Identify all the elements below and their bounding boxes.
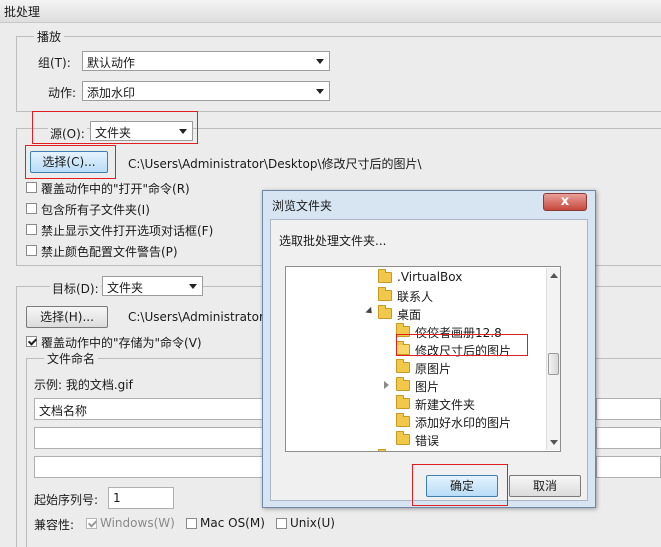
folder-icon [378, 287, 392, 301]
tree-item[interactable]: 图片 [286, 376, 544, 394]
browse-folder-dialog: 浏览文件夹 x 选取批处理文件夹... 我的文档 错误 添加好水印的图片新建文件夹 图… [262, 190, 596, 508]
source-option-0-label: 覆盖动作中的"打开"命令(R) [41, 182, 190, 196]
destination-value: 文件夹 [107, 281, 144, 295]
set-value: 默认动作 [87, 56, 136, 70]
compat-label: 兼容性: [34, 518, 75, 532]
choose-highlight [25, 145, 116, 179]
start-serial-value: 1 [113, 491, 121, 505]
naming-field-2-right[interactable] [596, 398, 661, 420]
folder-icon [378, 305, 392, 319]
naming-field-1[interactable]: 文档名称 [34, 398, 284, 420]
start-serial-label: 起始序列号: [34, 493, 99, 507]
tree-scrollbar[interactable] [546, 268, 560, 450]
source-option-1-checkbox[interactable] [26, 203, 37, 214]
naming-example: 示例: 我的文档.gif [34, 378, 133, 392]
compat-mac-label: Mac OS(M) [200, 516, 265, 530]
tree-item-label: .VirtualBox [397, 270, 463, 284]
action-value: 添加水印 [87, 86, 136, 100]
folder-icon [378, 269, 392, 283]
chevron-down-icon [316, 89, 324, 94]
tree-item-label: 图片 [415, 380, 440, 394]
folder-icon [396, 431, 410, 445]
close-icon: x [560, 194, 570, 209]
dialog-instruction: 选取批处理文件夹... [279, 234, 387, 248]
naming-field-3[interactable] [34, 456, 284, 478]
tree-item-label: 我的文档 [397, 450, 445, 451]
tree-item-label: 添加好水印的图片 [415, 416, 512, 430]
chevron-down-icon [189, 284, 197, 289]
tree-item[interactable]: 添加好水印的图片 [286, 412, 544, 430]
tree-item-label: 原图片 [415, 362, 452, 376]
tree-item-label: 错误 [415, 434, 440, 448]
source-option-2-checkbox[interactable] [26, 224, 37, 235]
naming-field-4-right[interactable] [596, 456, 661, 478]
destination-label: 目标(D): [50, 280, 101, 297]
scroll-down-icon[interactable] [550, 440, 558, 445]
source-option-3-label: 禁止颜色配置文件警告(P) [41, 245, 178, 259]
action-label: 动作: [48, 86, 77, 100]
chevron-down-icon [316, 59, 324, 64]
scroll-thumb[interactable] [548, 353, 559, 375]
set-dropdown[interactable]: 默认动作 [82, 51, 330, 71]
folder-icon [396, 395, 410, 409]
start-serial-input[interactable]: 1 [108, 487, 174, 509]
tree-item-label: 联系人 [397, 290, 434, 304]
dialog-body: 选取批处理文件夹... 我的文档错误添加好水印的图片新建文件夹图片原图片修改尺寸… [270, 219, 588, 506]
compat-mac-checkbox[interactable] [186, 518, 197, 529]
tree-item[interactable]: 联系人 [286, 286, 544, 304]
tree-item[interactable]: 原图片 [286, 358, 544, 376]
dialog-title: 浏览文件夹 [272, 199, 333, 213]
compat-unix-checkbox[interactable] [276, 518, 287, 529]
compat-unix-label: Unix(U) [290, 516, 335, 530]
expand-arrow-icon[interactable] [384, 381, 389, 389]
override-save-label: 覆盖动作中的"存储为"命令(V) [41, 336, 202, 350]
ok-highlight [412, 464, 508, 506]
window-titlebar: 批处理 [0, 0, 661, 23]
tree-item[interactable]: .VirtualBox [286, 268, 544, 286]
selected-folder-highlight [396, 334, 528, 356]
folder-icon [396, 359, 410, 373]
file-naming-legend: 文件命名 [44, 350, 99, 367]
scroll-up-icon[interactable] [550, 273, 558, 278]
destination-path: C:\Users\Administrator\D [128, 310, 278, 324]
action-dropdown[interactable]: 添加水印 [82, 81, 330, 101]
source-path: C:\Users\Administrator\Desktop\修改尺寸后的图片\ [128, 157, 422, 171]
compat-windows-checkbox[interactable] [86, 518, 97, 529]
tree-item[interactable]: 桌面 [286, 304, 544, 322]
source-option-1-label: 包含所有子文件夹(I) [41, 203, 150, 217]
tree-item[interactable]: 新建文件夹 [286, 394, 544, 412]
source-option-0-checkbox[interactable] [26, 182, 37, 193]
tree-item-label: 新建文件夹 [415, 398, 476, 412]
tree-item-label: 桌面 [397, 308, 422, 322]
folder-tree[interactable]: 我的文档错误添加好水印的图片新建文件夹图片原图片修改尺寸后的图片佼佼者画册12.… [285, 266, 561, 452]
window-title: 批处理 [4, 5, 41, 19]
naming-field-1-value: 文档名称 [39, 404, 88, 418]
source-option-3-checkbox[interactable] [26, 245, 37, 256]
folder-icon [396, 413, 410, 427]
tree-item[interactable]: 错误 [286, 430, 544, 448]
collapse-arrow-icon[interactable] [365, 306, 375, 317]
set-label: 组(T): [38, 56, 71, 70]
override-save-checkbox[interactable] [26, 336, 37, 347]
close-button[interactable]: x [543, 193, 587, 211]
naming-field-2[interactable] [34, 427, 284, 449]
folder-icon [396, 377, 410, 391]
destination-choose-button[interactable]: 选择(H)... [26, 306, 108, 328]
naming-field-3-right[interactable] [596, 427, 661, 449]
play-legend: 播放 [34, 28, 65, 45]
cancel-button[interactable]: 取消 [509, 475, 581, 497]
compat-windows-label: Windows(W) [100, 516, 175, 530]
source-highlight [32, 111, 198, 144]
destination-dropdown[interactable]: 文件夹 [102, 276, 203, 296]
source-option-2-label: 禁止显示文件打开选项对话框(F) [41, 224, 214, 238]
